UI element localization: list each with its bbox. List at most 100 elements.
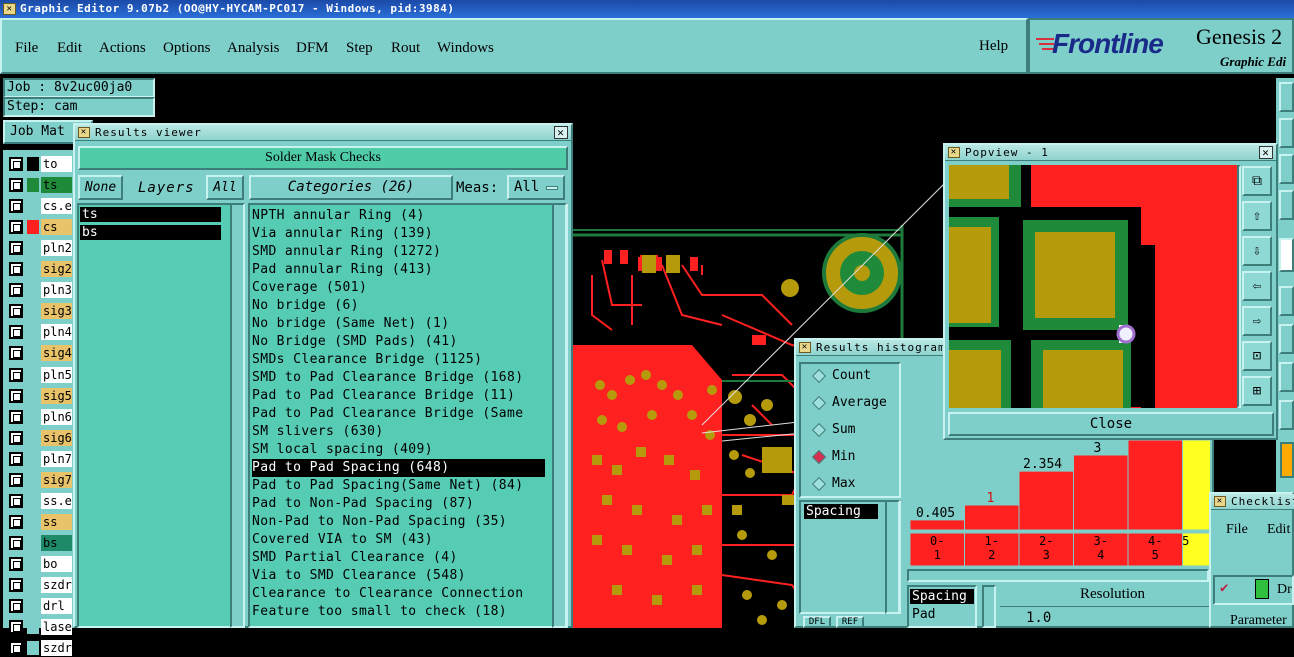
category-item[interactable]: Covered VIA to SM (43): [252, 531, 433, 549]
layer-row[interactable]: ss: [6, 513, 72, 531]
layer-row[interactable]: cs: [6, 218, 72, 236]
layer-listbox[interactable]: [77, 203, 245, 628]
toolbar-button[interactable]: [1279, 154, 1294, 184]
category-item[interactable]: NPTH annular Ring (4): [252, 207, 425, 225]
checklist-menu-edit[interactable]: Edit: [1267, 522, 1290, 538]
layer-color-swatch[interactable]: [27, 514, 39, 529]
layer-list-item-ts[interactable]: ts: [80, 207, 221, 222]
histogram-field-scrollbar[interactable]: [885, 500, 900, 614]
histogram-bar[interactable]: [1182, 439, 1211, 531]
category-item[interactable]: Pad annular Ring (413): [252, 261, 433, 279]
toolbar-button[interactable]: [1279, 118, 1294, 148]
layer-row[interactable]: lase: [6, 618, 72, 636]
category-item[interactable]: Via to SMD Clearance (548): [252, 567, 466, 585]
menu-options[interactable]: Options: [163, 38, 211, 58]
layer-color-swatch[interactable]: [27, 451, 39, 466]
layer-color-swatch[interactable]: [27, 178, 39, 193]
toolbar-button[interactable]: [1279, 362, 1294, 392]
layer-checkbox[interactable]: [9, 430, 23, 445]
layer-color-swatch[interactable]: [27, 493, 39, 508]
popview-vscroll[interactable]: [1237, 165, 1241, 408]
layer-checkbox[interactable]: [9, 346, 23, 361]
layer-color-swatch[interactable]: [27, 578, 39, 592]
layer-row[interactable]: sig6: [6, 429, 72, 447]
layer-row[interactable]: sig2: [6, 260, 72, 278]
layer-color-swatch[interactable]: [27, 262, 39, 277]
layer-checkbox[interactable]: [9, 493, 23, 508]
layer-color-swatch[interactable]: [27, 157, 39, 171]
layer-checkbox[interactable]: [9, 367, 23, 382]
category-item[interactable]: SMD Partial Clearance (4): [252, 549, 458, 567]
layer-row[interactable]: szdr: [6, 576, 72, 594]
layer-row[interactable]: sig4: [6, 344, 72, 362]
resolution-field[interactable]: 1.0: [1000, 606, 1210, 628]
layer-row[interactable]: pln2: [6, 239, 72, 257]
layer-color-swatch[interactable]: [27, 367, 39, 382]
layer-row[interactable]: pln3: [6, 281, 72, 299]
menu-rout[interactable]: Rout: [391, 38, 420, 58]
layer-checkbox[interactable]: [9, 535, 23, 550]
lower-list-item-pad[interactable]: Pad: [912, 607, 935, 622]
layer-list-scrollbar[interactable]: [230, 203, 245, 628]
pan-right-icon[interactable]: ⇨: [1242, 306, 1272, 336]
category-item[interactable]: No bridge (6): [252, 297, 359, 315]
color-swatch[interactable]: [1280, 442, 1294, 478]
layer-checkbox[interactable]: [9, 620, 23, 635]
layer-checkbox[interactable]: [9, 388, 23, 403]
pan-left-icon[interactable]: ⇦: [1242, 271, 1272, 301]
category-list-scrollbar[interactable]: [552, 203, 567, 628]
category-item[interactable]: SMDs Clearance Bridge (1125): [252, 351, 482, 369]
layer-row[interactable]: ss.e: [6, 492, 72, 510]
layer-checkbox[interactable]: [9, 641, 23, 656]
layer-color-swatch[interactable]: [27, 620, 39, 635]
none-button[interactable]: None: [78, 175, 123, 200]
layer-checkbox[interactable]: [9, 578, 23, 592]
toolbar-button[interactable]: [1279, 286, 1294, 316]
category-item[interactable]: Coverage (501): [252, 279, 367, 297]
category-item[interactable]: Pad to Pad Spacing (648): [252, 459, 545, 477]
menu-edit[interactable]: Edit: [57, 38, 82, 58]
layer-row[interactable]: pln6: [6, 408, 72, 426]
layer-row[interactable]: sig3: [6, 302, 72, 320]
layer-checkbox[interactable]: [9, 199, 23, 214]
dfl-button[interactable]: DFL: [803, 616, 831, 628]
histogram-bar[interactable]: [1018, 470, 1074, 531]
layer-row[interactable]: pln4: [6, 323, 72, 341]
toolbar-button[interactable]: [1279, 238, 1294, 272]
category-item[interactable]: SMD annular Ring (1272): [252, 243, 441, 261]
layer-checkbox[interactable]: [9, 220, 23, 235]
layer-color-swatch[interactable]: [27, 346, 39, 361]
histogram-bar[interactable]: [1127, 439, 1183, 531]
mode-radio-sum[interactable]: Sum: [808, 418, 855, 442]
layer-checkbox[interactable]: [9, 157, 23, 171]
layer-row[interactable]: pln7: [6, 450, 72, 468]
layer-checkbox[interactable]: [9, 262, 23, 277]
layer-row[interactable]: sig5: [6, 387, 72, 405]
toolbar-button[interactable]: [1279, 324, 1294, 354]
category-item[interactable]: Pad to Pad Clearance Bridge (11): [252, 387, 515, 405]
layer-color-swatch[interactable]: [27, 409, 39, 424]
layer-checkbox[interactable]: [9, 556, 23, 571]
histogram-bar[interactable]: [909, 519, 965, 531]
category-item[interactable]: Pad to Pad Spacing(Same Net) (84): [252, 477, 523, 495]
layer-row[interactable]: bs: [6, 534, 72, 552]
layer-row[interactable]: szdr: [6, 639, 72, 657]
category-item[interactable]: Feature too small to check (18): [252, 603, 507, 621]
menu-file[interactable]: File: [15, 38, 38, 58]
zoom-in-icon[interactable]: ⊞: [1242, 376, 1272, 406]
popview-close-button[interactable]: Close: [948, 412, 1274, 436]
layer-row[interactable]: pln5: [6, 366, 72, 384]
layer-checkbox[interactable]: [9, 241, 23, 256]
histogram-bar[interactable]: [964, 504, 1020, 531]
histogram-field-item[interactable]: Spacing: [804, 504, 878, 519]
mode-radio-count[interactable]: Count: [808, 364, 871, 388]
layer-color-swatch[interactable]: [27, 599, 39, 614]
layer-checkbox[interactable]: [9, 472, 23, 487]
close-icon[interactable]: ✕: [1259, 146, 1273, 159]
layer-color-swatch[interactable]: [27, 472, 39, 487]
layer-checkbox[interactable]: [9, 451, 23, 466]
category-item[interactable]: No bridge (Same Net) (1): [252, 315, 449, 333]
layer-row[interactable]: bo: [6, 555, 72, 573]
layer-color-swatch[interactable]: [27, 556, 39, 571]
menu-windows[interactable]: Windows: [437, 38, 494, 58]
